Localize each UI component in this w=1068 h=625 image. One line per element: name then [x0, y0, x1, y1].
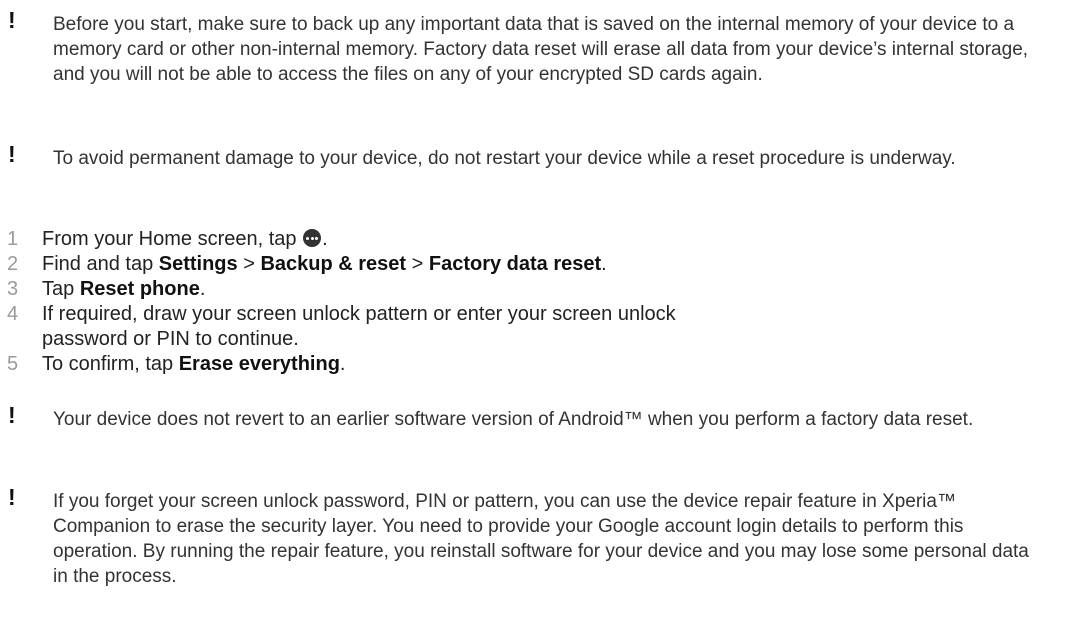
step-number: 3 — [7, 278, 19, 300]
note-text: To avoid permanent damage to your device… — [53, 148, 956, 169]
step-text-part: . — [199, 278, 206, 300]
exclamation-icon: ! — [8, 484, 16, 510]
step-text-part: To confirm, tap — [42, 353, 179, 375]
step-text-part: Find and tap — [42, 253, 159, 275]
step-text-part: . — [339, 353, 346, 375]
settings-label: Settings — [158, 253, 238, 275]
step-number: 5 — [7, 353, 19, 375]
note-text: Before you start, make sure to back up a… — [53, 14, 1029, 85]
step-number: 1 — [7, 228, 19, 250]
step-number: 4 — [7, 303, 19, 325]
step-text: Find and tap Settings > Backup & reset >… — [42, 252, 942, 277]
note-text: If you forget your screen unlock passwor… — [53, 491, 1029, 587]
note-text: Your device does not revert to an earlie… — [53, 409, 974, 430]
step-text: From your Home screen, tap . — [42, 227, 942, 252]
reset-phone-label: Reset phone — [79, 278, 200, 300]
factory-data-reset-label: Factory data reset — [428, 253, 602, 275]
apps-icon — [303, 229, 322, 247]
exclamation-icon: ! — [8, 7, 16, 33]
step-text: To confirm, tap Erase everything. — [42, 352, 942, 377]
erase-everything-label: Erase everything — [178, 353, 340, 375]
separator: > — [406, 253, 429, 275]
step-text-part: . — [601, 253, 607, 275]
step-text-part: Tap — [42, 278, 80, 300]
exclamation-icon: ! — [8, 402, 16, 428]
step-text-part: . — [322, 228, 328, 250]
step-number: 2 — [7, 253, 19, 275]
step-text: Tap Reset phone. — [42, 277, 942, 302]
step-text-part: From your Home screen, tap — [42, 228, 303, 250]
separator: > — [237, 253, 261, 275]
step-text: If required, draw your screen unlock pat… — [42, 303, 676, 350]
backup-reset-label: Backup & reset — [260, 253, 407, 275]
exclamation-icon: ! — [8, 141, 16, 167]
